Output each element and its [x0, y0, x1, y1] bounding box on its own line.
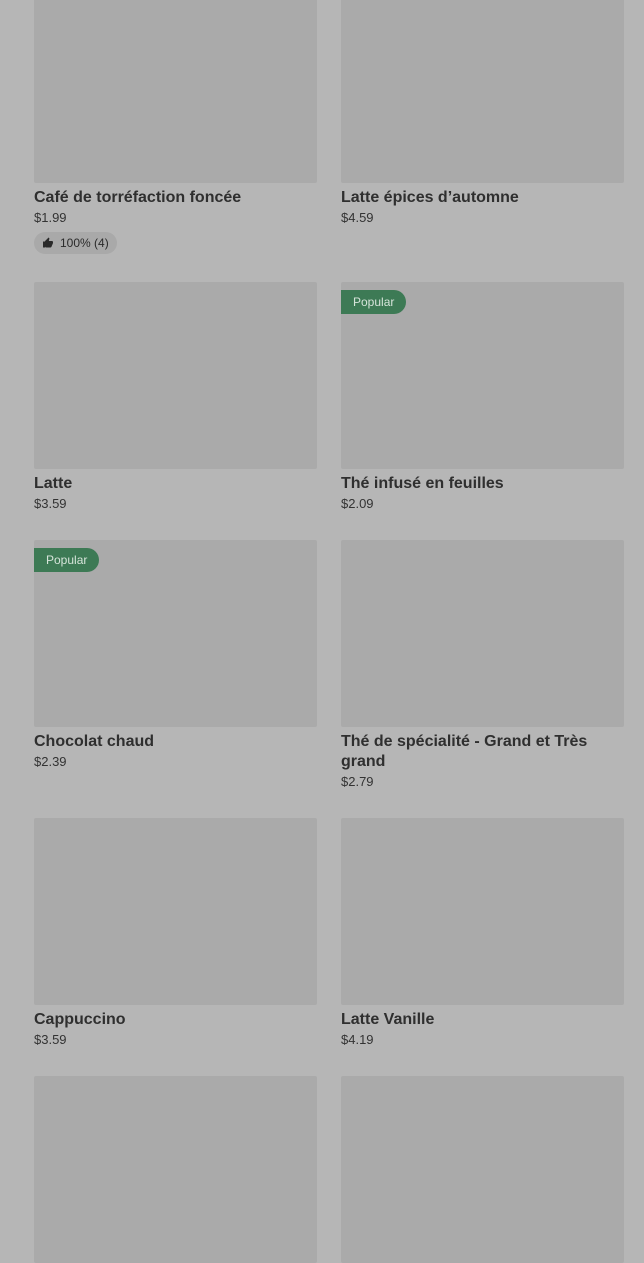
- product-card-next[interactable]: [341, 1076, 624, 1263]
- product-price: $1.99: [34, 210, 67, 225]
- product-price: $4.59: [341, 210, 374, 225]
- rating-badge: 100% (4): [34, 232, 117, 254]
- product-name[interactable]: Latte Vanille: [341, 1010, 624, 1030]
- product-card-specialty-tea[interactable]: Thé de spécialité - Grand et Très grand …: [341, 540, 624, 790]
- product-name[interactable]: Latte: [34, 474, 317, 494]
- product-card-hot-chocolate[interactable]: Popular Chocolat chaud $2.39: [34, 540, 317, 770]
- product-image[interactable]: [341, 818, 624, 1005]
- product-image[interactable]: [34, 1076, 317, 1263]
- thumbs-up-icon: [42, 237, 54, 249]
- product-price: $2.39: [34, 754, 67, 769]
- product-price: $2.79: [341, 774, 374, 789]
- product-card-leaf-tea[interactable]: Popular Thé infusé en feuilles $2.09: [341, 282, 624, 512]
- product-card-next[interactable]: [34, 1076, 317, 1263]
- product-image[interactable]: [34, 282, 317, 469]
- product-image[interactable]: [341, 1076, 624, 1263]
- popular-badge: Popular: [341, 290, 407, 314]
- product-name[interactable]: Thé de spécialité - Grand et Très grand: [341, 732, 624, 772]
- product-name[interactable]: Cappuccino: [34, 1010, 317, 1030]
- product-image[interactable]: Popular: [34, 540, 317, 727]
- product-card-dark-roast[interactable]: Café de torréfaction foncée $1.99 100% (…: [34, 0, 317, 254]
- product-name[interactable]: Thé infusé en feuilles: [341, 474, 624, 494]
- product-image[interactable]: [341, 0, 624, 183]
- product-name[interactable]: Café de torréfaction foncée: [34, 188, 317, 208]
- product-price: $2.09: [341, 496, 374, 511]
- product-price: $3.59: [34, 1032, 67, 1047]
- product-card-latte[interactable]: Latte $3.59: [34, 282, 317, 512]
- product-image[interactable]: [34, 0, 317, 183]
- product-card-pumpkin-spice-latte[interactable]: Latte épices d’automne $4.59: [341, 0, 624, 226]
- product-card-vanilla-latte[interactable]: Latte Vanille $4.19: [341, 818, 624, 1048]
- product-name[interactable]: Chocolat chaud: [34, 732, 317, 752]
- product-name[interactable]: Latte épices d’automne: [341, 188, 624, 208]
- product-price: $3.59: [34, 496, 67, 511]
- product-card-cappuccino[interactable]: Cappuccino $3.59: [34, 818, 317, 1048]
- product-image[interactable]: [341, 540, 624, 727]
- rating-text: 100% (4): [60, 236, 109, 250]
- product-image[interactable]: [34, 818, 317, 1005]
- product-price: $4.19: [341, 1032, 374, 1047]
- product-image[interactable]: Popular: [341, 282, 624, 469]
- popular-badge: Popular: [34, 548, 100, 572]
